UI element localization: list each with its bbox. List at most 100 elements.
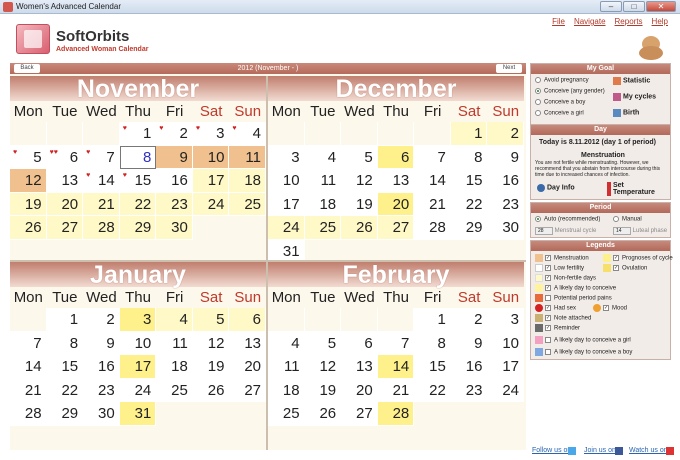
day-cell[interactable]: 17 [268,192,305,216]
minimize-button[interactable]: – [600,1,622,12]
checkbox-icon[interactable] [545,295,551,301]
day-cell[interactable]: 29 [46,402,84,426]
day-cell[interactable]: 17 [487,355,524,379]
day-cell[interactable]: 27 [229,378,266,402]
goal-option-any[interactable]: Conceive (any gender) [535,88,605,95]
day-cell[interactable]: 16 [487,169,524,193]
day-cell[interactable]: 1 ♥ [119,122,157,146]
day-cell[interactable]: 1 [450,122,488,146]
legend-non-fertile[interactable]: ✓ Non-fertile days [535,274,596,282]
day-cell[interactable]: 21 [414,192,451,216]
day-cell[interactable]: 19 [192,355,230,379]
day-cell[interactable]: 22 [450,192,488,216]
day-cell[interactable]: 20 [377,192,415,216]
day-cell[interactable]: 10 [487,331,524,355]
day-cell[interactable]: 10 [119,331,157,355]
day-cell[interactable]: 11 [229,145,266,169]
day-cell[interactable]: 19 [304,378,342,402]
day-cell[interactable]: 31 [119,402,157,426]
legend-low-fertility[interactable]: ✓ Low fertility [535,264,584,272]
day-cell[interactable]: 9 [487,145,524,169]
day-cell[interactable]: 13 [341,355,378,379]
checkbox-icon[interactable]: ✓ [613,255,619,261]
day-cell[interactable]: 18 [229,169,266,193]
day-cell[interactable]: 1 [414,308,451,332]
day-cell[interactable]: 27 [377,216,415,240]
day-cell[interactable]: 16 [450,355,488,379]
menu-navigate[interactable]: Navigate [574,17,606,26]
day-cell[interactable]: 5 [192,308,230,332]
day-cell[interactable]: 3 [268,145,305,169]
day-cell[interactable]: 13 [46,169,84,193]
day-cell[interactable]: 4 ♥ [229,122,266,146]
day-cell[interactable]: 2 ♥ [156,122,193,146]
day-cell[interactable]: 23 [450,378,488,402]
goal-option-girl[interactable]: Conceive a girl [535,110,584,117]
day-cell[interactable]: 11 [304,169,342,193]
cycle-length-field[interactable]: 28 Menstrual cycle [535,227,596,235]
day-cell[interactable]: 14 [10,355,47,379]
day-cell[interactable]: 4 [268,331,305,355]
day-cell[interactable]: 5 [341,145,378,169]
legend-menstruation[interactable]: ✓ Menstruation [535,254,589,262]
day-cell[interactable]: 23 [83,378,120,402]
day-cell[interactable]: 26 [304,402,342,426]
youtube-icon[interactable] [666,447,674,455]
youtube-link[interactable]: Watch us on [629,447,668,454]
day-cell[interactable]: 14 [414,169,451,193]
my-cycles-button[interactable]: My cycles [613,93,656,101]
day-cell[interactable]: 13 [377,169,415,193]
close-button[interactable]: ✕ [646,1,676,12]
day-cell[interactable]: 9 [450,331,488,355]
day-cell[interactable]: 24 [192,192,230,216]
day-cell[interactable]: 11 [268,355,305,379]
day-cell[interactable]: 10 [192,145,230,169]
day-cell[interactable]: 4 [304,145,342,169]
day-cell[interactable]: 1 [46,308,84,332]
day-cell[interactable]: 8 [414,331,451,355]
day-cell[interactable]: 12 [341,169,378,193]
checkbox-icon[interactable]: ✓ [603,305,609,311]
day-cell[interactable]: 8 [450,145,488,169]
day-cell[interactable]: 15 [414,355,451,379]
day-cell[interactable]: 25 [156,378,193,402]
day-cell[interactable]: 17 [119,355,157,379]
birth-button[interactable]: Birth [613,109,639,117]
day-cell[interactable]: 13 [229,331,266,355]
back-button[interactable]: Back [14,64,40,73]
day-cell[interactable]: 3 [487,308,524,332]
day-cell[interactable]: 22 [119,192,157,216]
day-cell[interactable]: 12 [192,331,230,355]
day-cell[interactable]: 21 [377,378,415,402]
radio-icon[interactable] [535,110,541,116]
day-cell[interactable]: 5 ♥ [10,145,47,169]
day-cell[interactable]: 12 [10,169,47,193]
checkbox-icon[interactable] [545,349,551,355]
day-cell[interactable]: 28 [10,402,47,426]
day-cell[interactable]: 7 [10,331,47,355]
day-cell[interactable]: 19 [10,192,47,216]
day-cell[interactable]: 25 [268,402,305,426]
day-cell[interactable]: 29 [119,216,157,240]
day-cell[interactable]: 20 [46,192,84,216]
day-cell[interactable]: 16 [83,355,120,379]
day-cell[interactable]: 6 [229,308,266,332]
legend-reminder[interactable]: ✓ Reminder [535,324,580,332]
day-cell[interactable]: 15 [46,355,84,379]
day-cell[interactable]: 30 [156,216,193,240]
radio-icon[interactable] [535,99,541,105]
day-cell[interactable]: 14 ♥ [83,169,120,193]
period-auto-option[interactable]: Auto (recommended) [535,216,600,223]
day-cell[interactable]: 9 [83,331,120,355]
day-cell[interactable]: 28 [414,216,451,240]
set-temperature-button[interactable]: Set Temperature [607,182,659,196]
day-cell[interactable]: 27 [341,402,378,426]
period-manual-option[interactable]: Manual [613,216,642,223]
checkbox-icon[interactable]: ✓ [545,315,551,321]
day-cell[interactable]: 2 [487,122,524,146]
day-cell[interactable]: 22 [414,378,451,402]
maximize-button[interactable]: □ [623,1,645,12]
day-cell[interactable]: 14 [377,355,415,379]
radio-icon[interactable] [613,216,619,222]
day-cell[interactable]: 3 [119,308,157,332]
